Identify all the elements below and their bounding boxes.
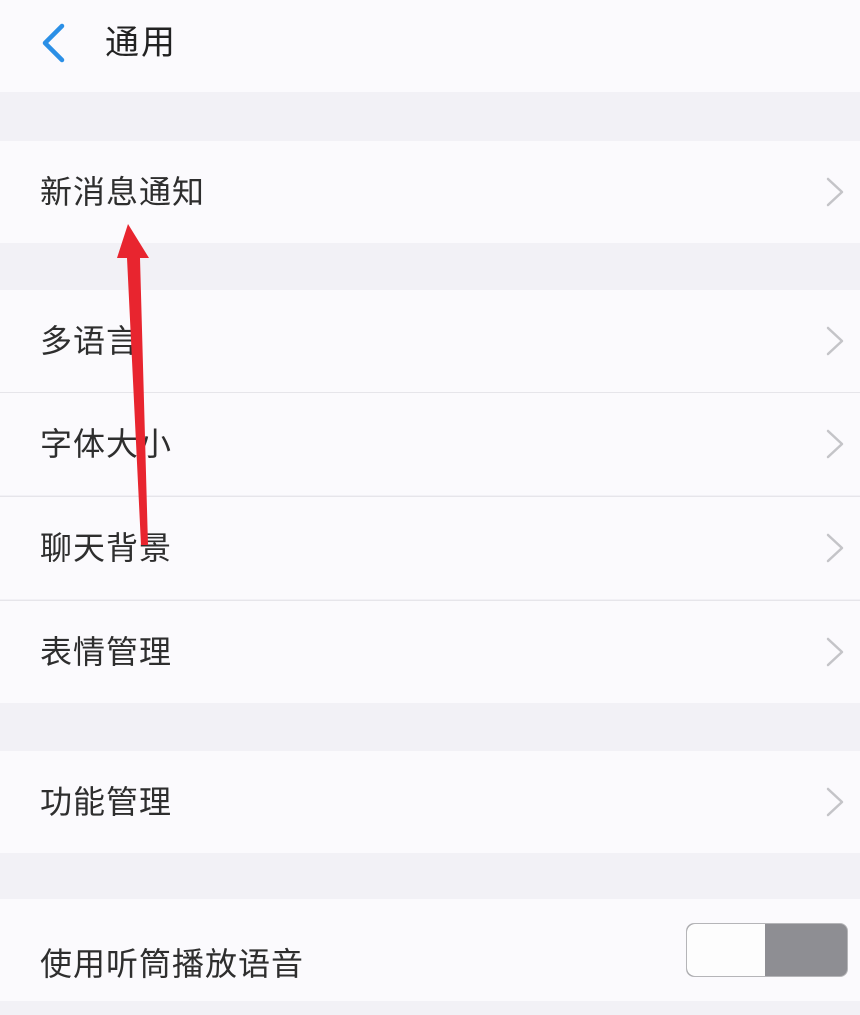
settings-item-label: 新消息通知 bbox=[40, 173, 206, 211]
earpiece-playback-toggle[interactable] bbox=[686, 923, 848, 977]
page-title: 通用 bbox=[105, 23, 177, 63]
settings-item-feature-management[interactable]: 功能管理 bbox=[0, 751, 860, 853]
settings-item-label: 使用听筒播放语音 bbox=[40, 945, 305, 983]
settings-item-label: 聊天背景 bbox=[40, 529, 173, 567]
settings-item-new-message-notification[interactable]: 新消息通知 bbox=[0, 141, 860, 243]
settings-item-label: 功能管理 bbox=[40, 783, 173, 821]
settings-item-sticker-management[interactable]: 表情管理 bbox=[0, 601, 860, 703]
toggle-knob bbox=[687, 924, 765, 976]
settings-item-chat-background[interactable]: 聊天背景 bbox=[0, 497, 860, 599]
chevron-right-icon bbox=[826, 787, 844, 817]
settings-item-label: 表情管理 bbox=[40, 633, 173, 671]
settings-item-label: 字体大小 bbox=[40, 425, 173, 463]
settings-item-font-size[interactable]: 字体大小 bbox=[0, 393, 860, 495]
chevron-right-icon bbox=[826, 533, 844, 563]
chevron-left-icon bbox=[42, 23, 65, 63]
top-bar: 通用 bbox=[0, 0, 860, 92]
chevron-right-icon bbox=[826, 637, 844, 667]
chevron-right-icon bbox=[826, 326, 844, 356]
chevron-right-icon bbox=[826, 429, 844, 459]
settings-item-language[interactable]: 多语言 bbox=[0, 290, 860, 392]
back-button[interactable] bbox=[30, 18, 80, 68]
settings-item-label: 多语言 bbox=[40, 322, 140, 360]
chevron-right-icon bbox=[826, 177, 844, 207]
